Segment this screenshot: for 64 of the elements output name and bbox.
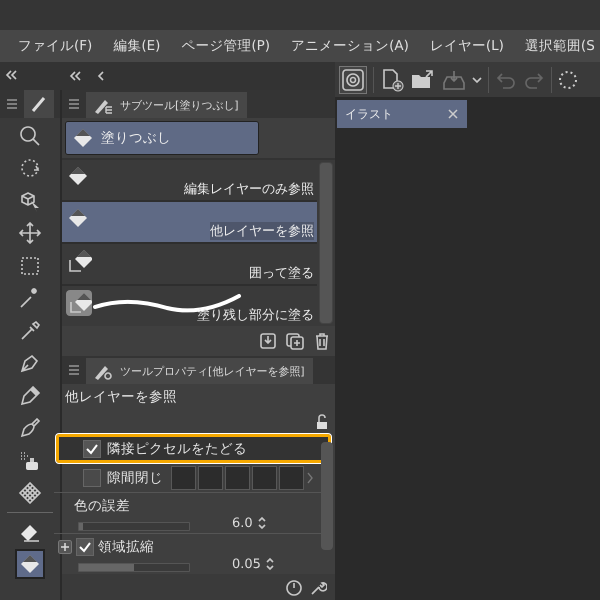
menu-item[interactable]: 選択範囲(S bbox=[524, 37, 595, 55]
menu-icon bbox=[68, 364, 80, 376]
gap-level-cell[interactable] bbox=[198, 466, 223, 490]
pencil-icon bbox=[18, 384, 42, 408]
caret-down-icon bbox=[472, 76, 482, 84]
slider-track[interactable] bbox=[78, 522, 190, 530]
property-label: 色の誤差 bbox=[74, 497, 131, 515]
expand-icon bbox=[58, 540, 72, 554]
value-text: 0.05 bbox=[232, 556, 261, 572]
menu-icon bbox=[6, 98, 18, 110]
gap-level-cell[interactable] bbox=[225, 466, 250, 490]
property-title: 他レイヤーを参照 bbox=[64, 388, 178, 406]
pattern-icon bbox=[18, 481, 42, 505]
import-icon bbox=[259, 332, 277, 350]
property-label: 隙間閉じ bbox=[107, 468, 163, 487]
tool-button[interactable] bbox=[15, 549, 45, 579]
close-icon bbox=[447, 108, 459, 120]
subtool-item[interactable]: 他レイヤーを参照 bbox=[62, 202, 317, 242]
menu-icon bbox=[68, 98, 80, 110]
subtool-group-button[interactable]: 塗りつぶし bbox=[65, 121, 259, 155]
slider-track[interactable] bbox=[78, 562, 190, 572]
subtool-item[interactable]: 塗り残し部分に塗る bbox=[62, 286, 317, 326]
trash-icon bbox=[313, 332, 331, 350]
property-label: 領域拡縮 bbox=[98, 538, 154, 556]
checkbox[interactable] bbox=[83, 440, 101, 458]
move-icon bbox=[18, 221, 42, 245]
scrollbar[interactable] bbox=[319, 162, 333, 324]
toolbar-button[interactable] bbox=[339, 66, 367, 94]
bucket-frame-icon bbox=[66, 248, 92, 274]
menu-item[interactable]: ページ管理(P) bbox=[181, 37, 270, 55]
checkbox[interactable] bbox=[76, 538, 94, 556]
panel-tab[interactable]: ツールプロパティ[他レイヤーを参照] bbox=[86, 358, 313, 384]
collapse-icon bbox=[4, 68, 18, 82]
menu-item[interactable]: ファイル(F) bbox=[18, 37, 92, 55]
export-tray-icon bbox=[442, 68, 466, 90]
panel-tab[interactable]: サブツール[塗りつぶし] bbox=[86, 92, 247, 118]
spinner-icon bbox=[264, 556, 275, 572]
scrollbar[interactable] bbox=[321, 442, 333, 550]
menu-item[interactable]: アニメーション(A) bbox=[291, 37, 409, 55]
reset-icon bbox=[285, 578, 303, 596]
subtool-item[interactable]: 編集レイヤーのみ参照 bbox=[62, 160, 317, 200]
open-folder-icon bbox=[410, 68, 436, 90]
brush-icon bbox=[18, 416, 42, 440]
value-text: 6.0 bbox=[232, 516, 253, 530]
pen-tab[interactable] bbox=[24, 90, 54, 118]
checkbox[interactable] bbox=[83, 468, 101, 487]
subtool-item[interactable]: 囲って塗る bbox=[62, 244, 317, 284]
duplicate-icon bbox=[285, 332, 305, 350]
chevron-left-icon bbox=[96, 69, 106, 83]
gap-level-cell[interactable] bbox=[252, 466, 277, 490]
property-label: 隣接ピクセルをたどる bbox=[107, 440, 247, 458]
gap-level-cell[interactable] bbox=[171, 466, 196, 490]
document-tab[interactable]: イラスト bbox=[337, 100, 467, 128]
loading-icon bbox=[558, 70, 578, 90]
search-icon bbox=[18, 124, 42, 148]
spinner-icon bbox=[256, 515, 267, 531]
unlock-icon bbox=[315, 414, 329, 430]
new-file-icon bbox=[380, 68, 404, 92]
menu-item[interactable]: 編集(E) bbox=[113, 37, 160, 55]
collapse-icon bbox=[68, 69, 82, 83]
menu-item[interactable]: レイヤー(L) bbox=[430, 37, 504, 55]
chevron-right-icon bbox=[306, 470, 314, 485]
gap-level-cell[interactable] bbox=[279, 466, 304, 490]
bucket-frame-icon bbox=[66, 290, 92, 316]
